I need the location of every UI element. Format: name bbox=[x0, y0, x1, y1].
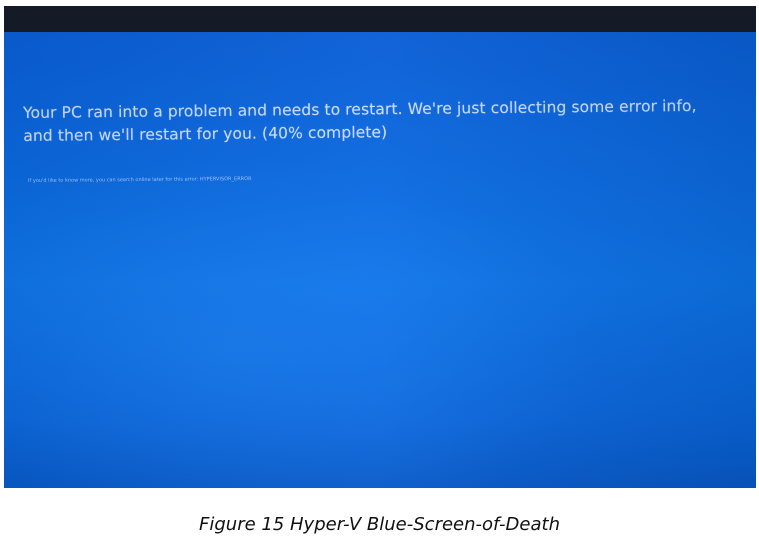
error-info-text: If you'd like to know more, you can sear… bbox=[28, 176, 252, 184]
error-message: Your PC ran into a problem and needs to … bbox=[23, 96, 697, 145]
blue-screen: Your PC ran into a problem and needs to … bbox=[4, 32, 756, 488]
bsod-photo: Your PC ran into a problem and needs to … bbox=[4, 6, 756, 488]
figure-caption: Figure 15 Hyper-V Blue-Screen-of-Death bbox=[199, 514, 560, 535]
